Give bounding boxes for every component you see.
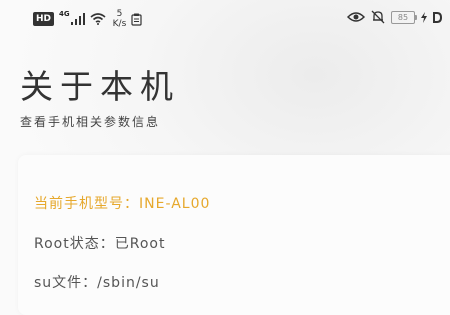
root-status-row[interactable]: Root状态：已Root: [34, 233, 165, 253]
battery-icon: 85: [391, 10, 417, 24]
status-bar: HD 4G 5 K/s 85: [0, 0, 450, 36]
network-type-label: 4G: [59, 10, 70, 18]
clipboard-icon: [131, 13, 142, 26]
bell-muted-icon: [371, 10, 385, 24]
wifi-icon: [90, 13, 106, 25]
hd-badge: HD: [33, 12, 55, 26]
signal-icon: [70, 13, 85, 25]
eye-icon: [347, 11, 365, 23]
page-title: 关于本机: [20, 67, 180, 106]
network-speed-unit: K/s: [112, 19, 127, 29]
su-file-row[interactable]: su文件：/sbin/su: [34, 272, 160, 292]
page-subtitle: 查看手机相关参数信息: [20, 115, 161, 129]
charging-icon: [421, 11, 427, 23]
status-bar-left: HD 4G 5 K/s: [33, 9, 142, 29]
network-speed: 5 K/s: [113, 9, 127, 29]
status-bar-right: 85: [347, 10, 442, 24]
network-speed-value: 5: [116, 9, 123, 19]
mobile-data-icon: [433, 11, 442, 24]
phone-model-row[interactable]: 当前手机型号：INE-AL00: [34, 193, 210, 213]
